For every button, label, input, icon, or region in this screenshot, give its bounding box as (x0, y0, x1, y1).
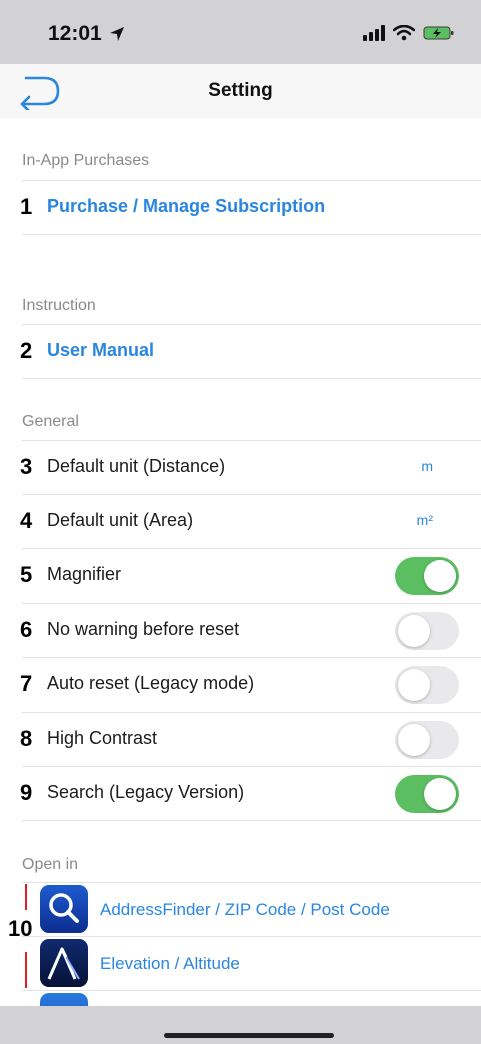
separator-row (0, 820, 481, 821)
separator-row (0, 378, 481, 379)
home-indicator-area (0, 1006, 481, 1044)
user-manual-row[interactable]: 2 User Manual (0, 324, 481, 378)
status-time-group: 12:01 (48, 22, 126, 46)
separator (22, 378, 481, 379)
distance-unit-value[interactable]: m (421, 458, 433, 474)
row-number: 4 (20, 508, 33, 533)
separator (22, 603, 481, 604)
auto-reset-label: Auto reset (Legacy mode) (47, 673, 255, 693)
high-contrast-toggle[interactable] (395, 721, 459, 759)
area-unit-label: Default unit (Area) (47, 510, 194, 530)
toggle-knob (398, 724, 430, 756)
row-number: 8 (20, 726, 33, 751)
navigation-bar: Setting (0, 64, 481, 118)
high-contrast-row: 8 High Contrast (0, 712, 481, 766)
area-unit-value[interactable]: m² (417, 512, 433, 528)
separator (22, 324, 481, 325)
addressfinder-link[interactable]: AddressFinder / ZIP Code / Post Code (100, 900, 390, 920)
high-contrast-label: High Contrast (47, 728, 158, 748)
wifi-icon (393, 25, 415, 41)
row-number: 1 (20, 194, 33, 219)
toggle-knob (424, 778, 456, 810)
mountain-app-icon[interactable] (40, 939, 88, 987)
settings-screen: 12:01 Setting In-App Purchases 1 Purchas… (0, 0, 481, 1044)
area-unit-row[interactable]: 4 Default unit (Area) m² (0, 494, 481, 548)
section-header-general: General (22, 413, 79, 430)
separator (22, 440, 481, 441)
row-number: 2 (20, 338, 33, 363)
separator (22, 494, 481, 495)
separator (22, 712, 481, 713)
page-title: Setting (208, 80, 273, 101)
home-indicator[interactable] (164, 1033, 334, 1038)
magnifier-app-icon[interactable] (40, 885, 88, 933)
separator (22, 234, 481, 235)
section-header-open-in: Open in (22, 856, 79, 873)
row-number: 3 (20, 454, 33, 479)
separator (22, 990, 481, 991)
no-warning-toggle[interactable] (395, 612, 459, 650)
separator (22, 882, 481, 883)
no-warning-row: 6 No warning before reset (0, 603, 481, 657)
status-time: 12:01 (48, 22, 102, 45)
search-legacy-label: Search (Legacy Version) (47, 782, 245, 802)
separator (22, 548, 481, 549)
open-in-elevation-row[interactable]: Elevation / Altitude (0, 936, 481, 990)
distance-unit-label: Default unit (Distance) (47, 456, 226, 476)
distance-unit-row[interactable]: 3 Default unit (Distance) m (0, 440, 481, 494)
section-header-purchases: In-App Purchases (22, 152, 150, 169)
separator (22, 766, 481, 767)
user-manual-link[interactable]: User Manual (47, 340, 154, 361)
signal-icon (363, 25, 385, 41)
separator (22, 180, 481, 181)
magnifier-row: 5 Magnifier (0, 548, 481, 602)
purchase-link[interactable]: Purchase / Manage Subscription (47, 196, 325, 217)
row-number: 5 (20, 562, 33, 587)
section-header-instruction: Instruction (22, 297, 96, 314)
battery-charging-icon (423, 26, 454, 40)
open-in-addressfinder-row[interactable]: AddressFinder / ZIP Code / Post Code (0, 882, 481, 936)
auto-reset-toggle[interactable] (395, 666, 459, 704)
separator-row (0, 234, 481, 235)
status-bar: 12:01 (0, 0, 481, 64)
auto-reset-row: 7 Auto reset (Legacy mode) (0, 657, 481, 711)
toggle-knob (398, 615, 430, 647)
toggle-knob (424, 560, 456, 592)
toggle-knob (398, 669, 430, 701)
separator (22, 820, 481, 821)
search-legacy-toggle[interactable] (395, 775, 459, 813)
separator (22, 936, 481, 937)
purchase-row[interactable]: 1 Purchase / Manage Subscription (0, 180, 481, 234)
magnifier-toggle[interactable] (395, 557, 459, 595)
row-number: 7 (20, 671, 33, 696)
search-legacy-row: 9 Search (Legacy Version) (0, 766, 481, 820)
status-icons (363, 25, 455, 41)
mountain-icon (47, 947, 80, 980)
row-number: 9 (20, 780, 33, 805)
location-arrow-icon (109, 27, 124, 41)
no-warning-label: No warning before reset (47, 619, 240, 639)
magnifier-icon (49, 893, 79, 923)
row-number: 6 (20, 617, 33, 642)
elevation-link[interactable]: Elevation / Altitude (100, 954, 240, 974)
magnifier-label: Magnifier (47, 564, 122, 584)
separator (22, 657, 481, 658)
